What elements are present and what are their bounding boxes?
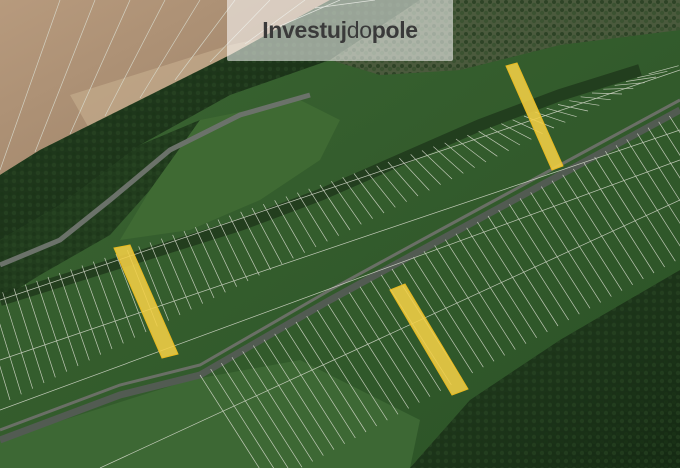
logo-part-do: do [346,17,372,43]
logo-banner: Investujdopole [227,0,453,61]
satellite-map [0,0,680,468]
logo-part-investuj: Investuj [262,17,347,43]
logo-wordmark: Investujdopole [262,17,418,44]
logo-part-pole: pole [371,17,418,43]
